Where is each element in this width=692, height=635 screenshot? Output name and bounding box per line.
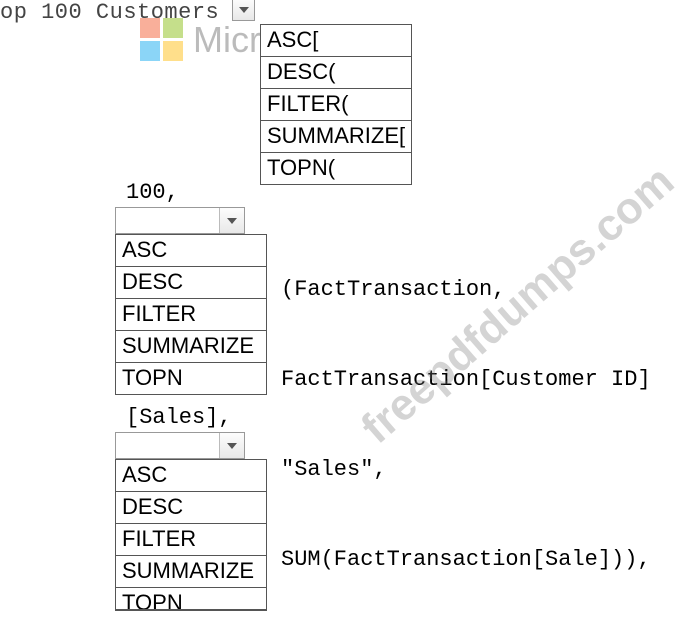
chevron-down-icon: [227, 218, 237, 224]
formula-label: op 100 Customers =: [0, 0, 247, 25]
code-line: SUM(FactTransaction[Sale])),: [281, 545, 651, 575]
dropdown3-list: ASC DESC FILTER SUMMARIZE TOPN: [115, 459, 267, 611]
list-item[interactable]: SUMMARIZE: [116, 331, 266, 363]
list-item[interactable]: TOPN: [116, 363, 266, 394]
list-item[interactable]: DESC: [116, 267, 266, 299]
list-item[interactable]: FILTER: [116, 299, 266, 331]
list-item[interactable]: SUMMARIZE[: [261, 121, 411, 153]
dropdown3-input[interactable]: [115, 432, 245, 459]
chevron-down-icon: [239, 7, 249, 13]
dropdown2-input[interactable]: [115, 207, 245, 234]
code-sales-line: [Sales],: [126, 405, 232, 430]
dropdown2-list: ASC DESC FILTER SUMMARIZE TOPN: [115, 234, 267, 395]
list-item[interactable]: FILTER(: [261, 89, 411, 121]
list-item[interactable]: DESC(: [261, 57, 411, 89]
list-item[interactable]: FILTER: [116, 524, 266, 556]
dropdown1-button[interactable]: [232, 0, 255, 21]
code-line: (FactTransaction,: [281, 275, 651, 305]
code-line: "Sales",: [281, 455, 651, 485]
formula-start-row: op 100 Customers =: [0, 0, 247, 25]
dropdown2-button[interactable]: [219, 208, 244, 233]
list-item[interactable]: DESC: [116, 492, 266, 524]
list-item[interactable]: ASC[: [261, 25, 411, 57]
list-item[interactable]: TOPN: [116, 588, 266, 610]
dropdown3-button[interactable]: [219, 433, 244, 458]
list-item[interactable]: TOPN(: [261, 153, 411, 184]
code-line: FactTransaction[Customer ID]: [281, 365, 651, 395]
list-item[interactable]: ASC: [116, 235, 266, 267]
code-100-arg: 100,: [126, 180, 179, 205]
chevron-down-icon: [227, 443, 237, 449]
dropdown1-list: ASC[ DESC( FILTER( SUMMARIZE[ TOPN(: [260, 24, 412, 185]
list-item[interactable]: SUMMARIZE: [116, 556, 266, 588]
code-facttransaction-block: (FactTransaction, FactTransaction[Custom…: [281, 215, 651, 635]
list-item[interactable]: ASC: [116, 460, 266, 492]
